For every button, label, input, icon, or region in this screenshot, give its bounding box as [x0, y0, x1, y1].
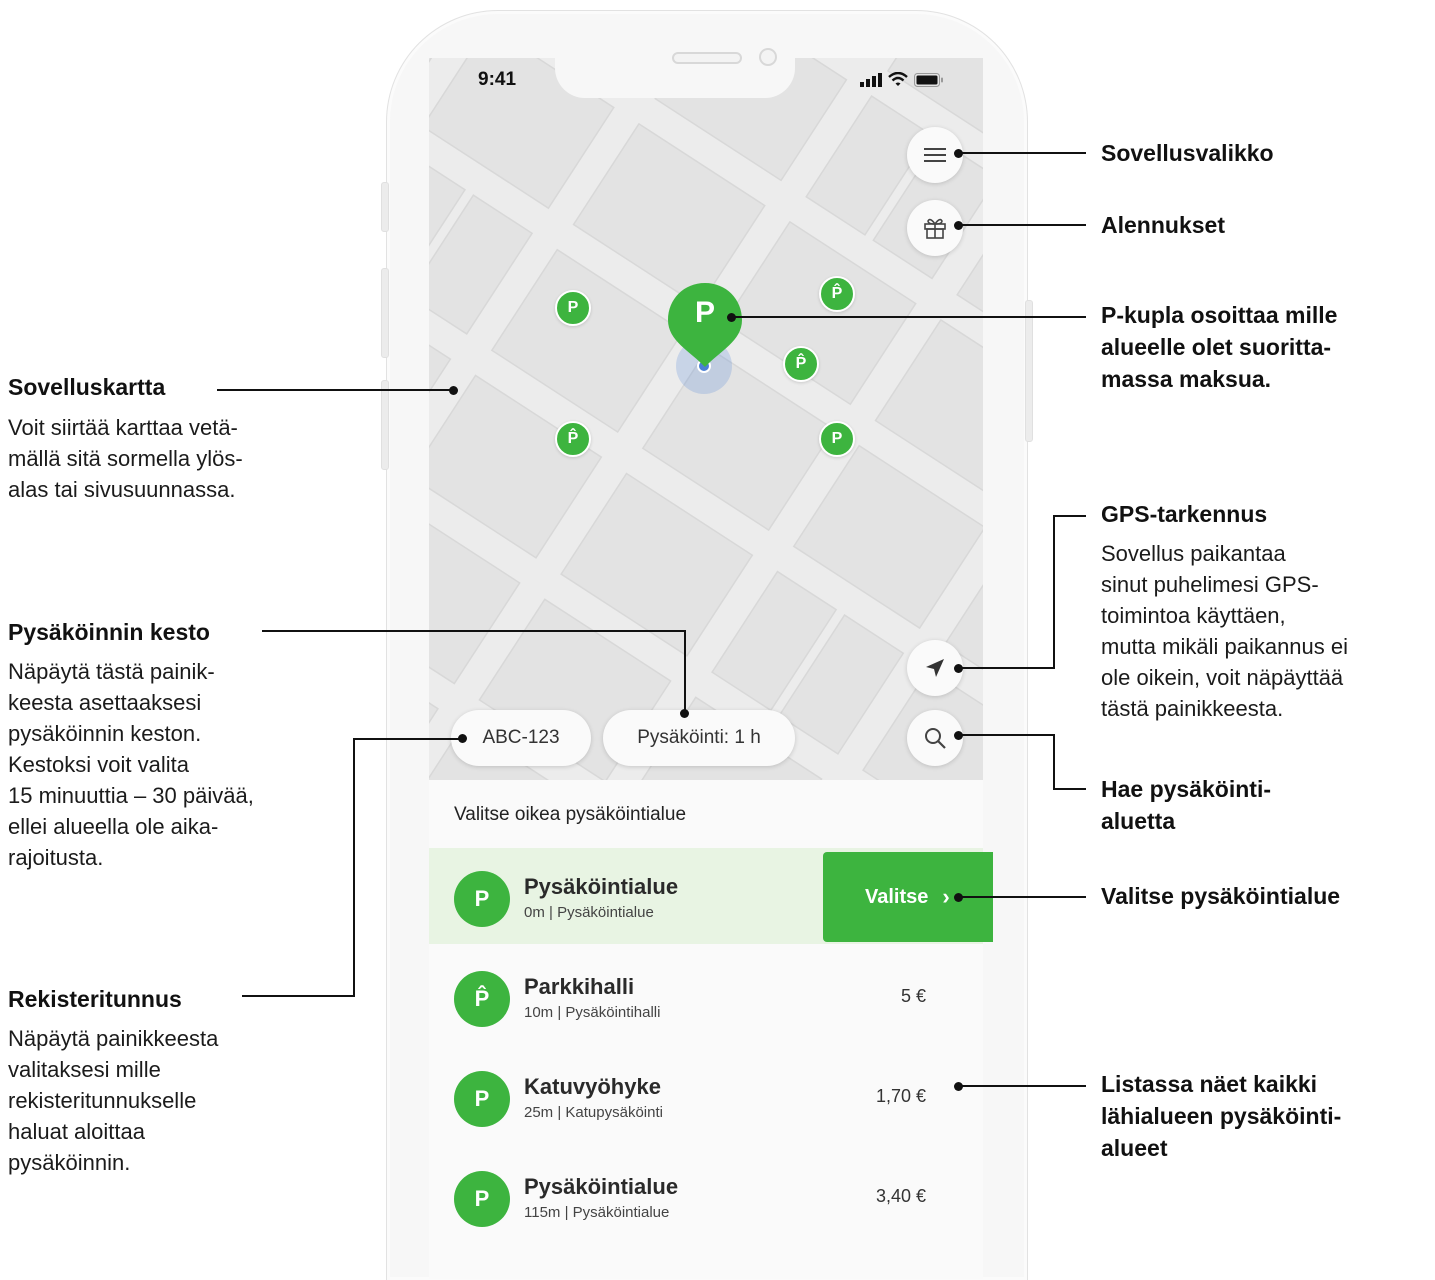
list-item[interactable]: P Katuvyöhyke 25m | Katupysäköinti 1,70 …: [429, 1048, 983, 1144]
annotation-discounts-title: Alennukset: [1101, 212, 1225, 238]
list-item[interactable]: P̂ Parkkihalli 10m | Pysäköintihalli 5 €: [429, 948, 983, 1044]
location-arrow-icon: [926, 659, 944, 677]
annotation-connector-dot: [680, 709, 689, 718]
annotation-connector: [1053, 788, 1086, 790]
parking-zone-icon: P: [454, 1171, 510, 1227]
annotation-connector: [960, 667, 1055, 669]
list-item-title: Pysäköintialue: [524, 1174, 679, 1199]
annotation-connector: [960, 734, 1055, 736]
annotation-connector-dot: [449, 386, 458, 395]
menu-icon: [924, 148, 946, 162]
map-streets: [429, 58, 983, 780]
annotation-connector: [1053, 734, 1055, 790]
phone-notch: [555, 58, 795, 98]
annotation-connector: [217, 389, 453, 391]
parking-marker[interactable]: P: [819, 421, 855, 457]
annotation-plate-text: Näpäytä painikkeesta valitaksesi mille r…: [8, 1026, 219, 1175]
search-icon: [925, 728, 946, 749]
list-item-subtitle: 10m | Pysäköintihalli: [524, 1004, 661, 1021]
annotation-connector: [353, 738, 463, 740]
annotation-gps-text: Sovellus paikantaa sinut puhelimesi GPS-…: [1101, 541, 1349, 721]
annotation-connector: [353, 738, 355, 997]
gift-icon: [924, 218, 946, 239]
list-item[interactable]: P Pysäköintialue 115m | Pysäköintialue 3…: [429, 1148, 983, 1244]
annotation-connector: [960, 896, 1086, 898]
list-item-price: 5 €: [900, 986, 926, 1006]
chevron-right-icon: ›: [942, 884, 950, 909]
list-item-title: Pysäköintialue: [524, 874, 679, 899]
annotation-connector: [960, 152, 1086, 154]
annotation-connector: [733, 316, 1086, 318]
annotation-connector: [242, 995, 355, 997]
app-map[interactable]: [429, 58, 983, 780]
status-time: 9:41: [478, 69, 517, 90]
battery-icon: [914, 72, 943, 87]
parking-garage-marker[interactable]: P̂: [819, 276, 855, 312]
list-item-subtitle: 0m | Pysäköintialue: [524, 904, 654, 921]
annotation-connector: [1053, 515, 1055, 669]
wifi-icon: [888, 72, 908, 86]
annotation-connector-dot: [458, 734, 467, 743]
list-item-title: Parkkihalli: [524, 974, 635, 999]
annotation-duration-text: Näpäytä tästä painik- keesta asettaakses…: [8, 659, 254, 870]
annotation-duration-title: Pysäköinnin kesto: [8, 619, 210, 645]
license-plate-chip[interactable]: ABC-123: [451, 710, 591, 766]
phone-power-button: [1025, 300, 1033, 442]
annotation-connector: [1053, 515, 1086, 517]
annotation-list-text: Listassa näet kaikki lähialueen pysäköin…: [1101, 1071, 1342, 1161]
phone-camera: [759, 48, 777, 66]
status-icons: [860, 72, 944, 87]
list-item-title: Katuvyöhyke: [524, 1074, 661, 1099]
signal-icon: [860, 72, 882, 87]
phone-mute-switch: [381, 182, 389, 232]
annotation-connector: [960, 1085, 1086, 1087]
parking-zone-icon: P: [454, 1071, 510, 1127]
annotation-bubble-text: P-kupla osoittaa mille alueelle olet suo…: [1101, 302, 1338, 392]
annotation-search-text: Hae pysäköinti- aluetta: [1101, 776, 1271, 834]
annotation-menu-title: Sovellusvalikko: [1101, 140, 1274, 166]
parking-zone-icon: P: [454, 871, 510, 927]
list-item-price: 3,40 €: [875, 1186, 926, 1206]
parking-garage-marker[interactable]: P̂: [555, 421, 591, 457]
annotation-connector: [960, 224, 1086, 226]
list-item-subtitle: 115m | Pysäköintialue: [524, 1204, 670, 1221]
list-item-price: 1,70 €: [875, 1086, 926, 1106]
list-heading: Valitse oikea pysäköintialue: [454, 804, 687, 825]
annotation-select-title: Valitse pysäköintialue: [1101, 883, 1341, 909]
phone-volume-up: [381, 268, 389, 358]
parking-duration-chip[interactable]: Pysäköinti: 1 h: [603, 710, 795, 766]
list-item[interactable]: P Pysäköintialue 0m | Pysäköintialue Val…: [429, 848, 993, 944]
parking-garage-marker[interactable]: P̂: [783, 346, 819, 382]
parking-marker[interactable]: P: [555, 290, 591, 326]
annotation-map-text: Voit siirtää karttaa vetä- mällä sitä so…: [8, 415, 243, 502]
annotation-connector: [684, 630, 686, 713]
annotation-plate-title: Rekisteritunnus: [8, 986, 182, 1012]
phone-volume-down: [381, 380, 389, 470]
annotation-connector-dot: [954, 664, 963, 673]
select-zone-label: Valitse: [865, 885, 929, 908]
annotation-gps-title: GPS-tarkennus: [1101, 501, 1268, 527]
phone-speaker: [672, 52, 742, 64]
annotation-connector: [262, 630, 686, 632]
list-item-subtitle: 25m | Katupysäköinti: [524, 1104, 663, 1121]
annotation-map-title: Sovelluskartta: [8, 374, 166, 400]
parking-garage-icon: P̂: [454, 971, 510, 1027]
